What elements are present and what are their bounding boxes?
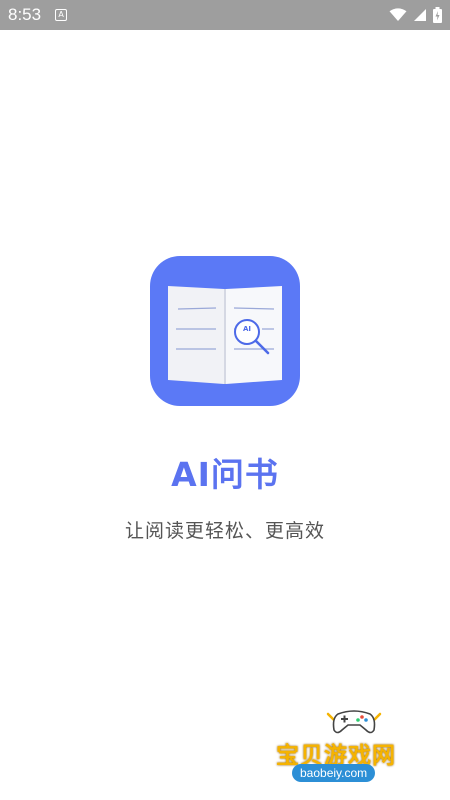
battery-icon — [433, 7, 442, 23]
android-notification-icon: A — [55, 9, 68, 21]
cell-signal-icon — [414, 9, 426, 21]
app-slogan: 让阅读更轻松、更高效 — [124, 520, 325, 542]
app-logo-icon: AI — [150, 256, 300, 406]
watermark-url: baobeiy.com — [292, 764, 376, 782]
status-bar: 8:53 A — [0, 0, 450, 30]
splash-screen: 8:53 A AI AI问书 让阅读更轻松、更高效 宝贝游戏网 baobeiy.… — [0, 0, 450, 800]
gamepad-icon — [326, 710, 382, 734]
logo-ai-badge: AI — [242, 325, 252, 333]
site-watermark: 宝贝游戏网 baobeiy.com — [270, 700, 445, 795]
open-book-ai-magnifier-icon — [168, 286, 282, 384]
status-time: 8:53 — [8, 5, 42, 24]
app-title: AI问书 — [171, 455, 279, 494]
status-icons — [389, 7, 442, 23]
wifi-icon — [389, 8, 407, 21]
